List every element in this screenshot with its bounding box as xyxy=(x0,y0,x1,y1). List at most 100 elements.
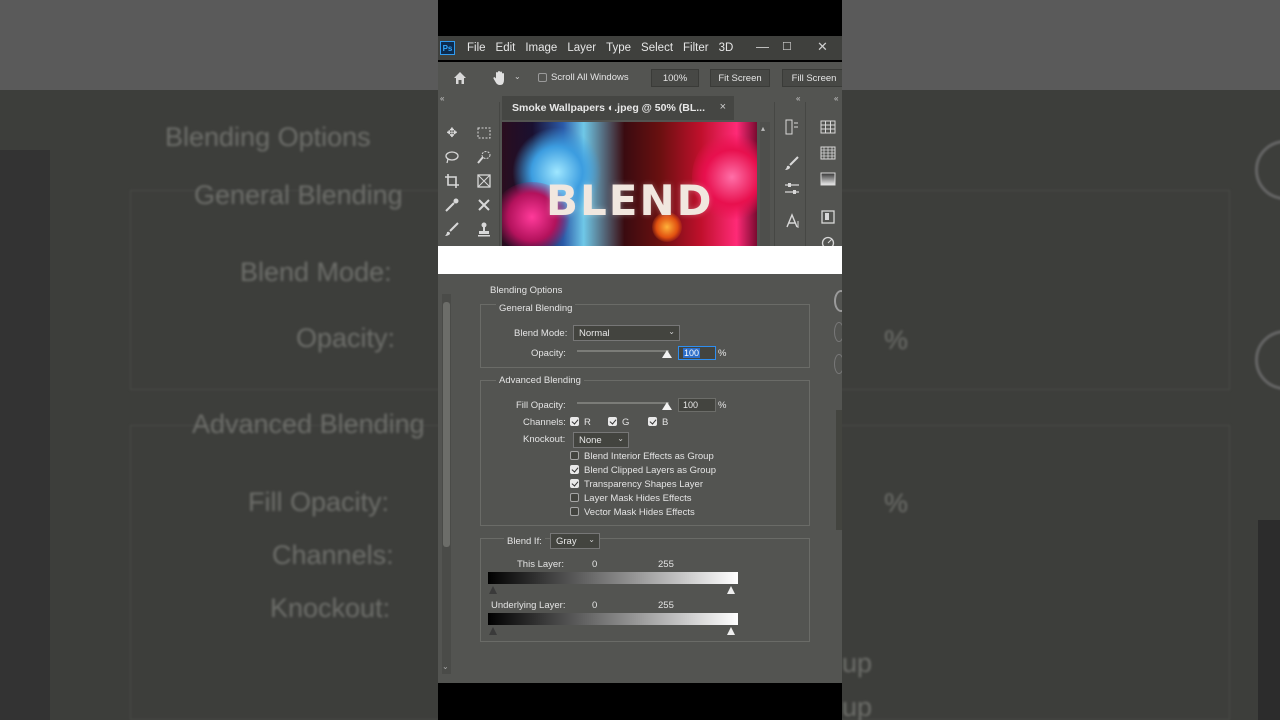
bg-text-blending-options: Blending Options xyxy=(165,122,371,152)
video-stage: { "background": { "blending_options": "B… xyxy=(0,0,1280,720)
knockout-dropdown[interactable]: None ⌄ xyxy=(573,432,629,448)
channel-g-label: G xyxy=(622,417,630,428)
blend-if-dropdown[interactable]: Gray ⌄ xyxy=(550,533,600,549)
fill-opacity-slider-track[interactable] xyxy=(577,402,669,404)
menu-file[interactable]: File xyxy=(467,42,486,54)
blend-interior-effects-label: Blend Interior Effects as Group xyxy=(584,451,714,462)
general-blending-label: General Blending xyxy=(496,303,576,314)
photoshop-logo: Ps xyxy=(440,41,455,55)
crop-tool-icon[interactable] xyxy=(443,172,461,190)
document-tab-title: Smoke Wallpapers ◐.jpeg @ 50% (BL... xyxy=(512,102,705,114)
quick-selection-tool-icon[interactable] xyxy=(475,148,493,166)
panel-divider xyxy=(805,102,806,246)
channel-g-checkbox[interactable] xyxy=(608,417,617,426)
dialog-scrollbar-thumb[interactable] xyxy=(443,302,450,547)
blend-clipped-layers-checkbox[interactable] xyxy=(570,465,579,474)
white-overlay-bar xyxy=(438,246,842,274)
gradients-icon[interactable] xyxy=(819,170,837,188)
transparency-shapes-layer-label: Transparency Shapes Layer xyxy=(584,479,703,490)
opacity-input[interactable]: 100 xyxy=(678,346,716,360)
fill-screen-button[interactable]: Fill Screen xyxy=(782,69,842,87)
scroll-all-windows-checkbox[interactable] xyxy=(538,73,547,82)
bg-text-percent: % xyxy=(884,325,909,355)
transparency-shapes-layer-checkbox[interactable] xyxy=(570,479,579,488)
move-tool-icon[interactable]: ✥ xyxy=(443,124,461,142)
scroll-up-icon[interactable]: ▴ xyxy=(761,124,765,133)
bg-text-up: up xyxy=(842,648,873,678)
marquee-tool-icon[interactable] xyxy=(475,124,493,142)
underlying-layer-black-slider[interactable] xyxy=(489,627,497,635)
lasso-tool-icon[interactable] xyxy=(443,148,461,166)
swatches-grid-icon[interactable] xyxy=(819,118,837,136)
this-layer-white-slider[interactable] xyxy=(727,586,735,594)
layer-style-dialog: ⌄ Blending Options General Blending Blen… xyxy=(438,274,842,683)
menu-3d[interactable]: 3D xyxy=(719,42,734,54)
brush-settings-icon[interactable] xyxy=(783,154,801,172)
menu-image[interactable]: Image xyxy=(525,42,557,54)
fill-opacity-input-value: 100 xyxy=(683,400,699,410)
libraries-icon[interactable] xyxy=(819,208,837,226)
dialog-scrollbar[interactable] xyxy=(442,294,451,674)
menu-filter[interactable]: Filter xyxy=(683,42,709,54)
document-tab-close-icon[interactable]: × xyxy=(720,101,726,113)
channel-r-checkbox[interactable] xyxy=(570,417,579,426)
advanced-blending-label: Advanced Blending xyxy=(496,375,584,386)
eyedropper-tool-icon[interactable] xyxy=(443,196,461,214)
document-canvas[interactable]: BLEND xyxy=(502,122,757,246)
menu-edit[interactable]: Edit xyxy=(496,42,516,54)
fill-opacity-input[interactable]: 100 xyxy=(678,398,716,412)
circle-button-edge[interactable] xyxy=(834,290,842,312)
adjustments-sliders-icon[interactable] xyxy=(783,180,801,198)
channel-b-checkbox[interactable] xyxy=(648,417,657,426)
bg-scroll-column xyxy=(0,150,50,720)
scroll-down-icon[interactable]: ⌄ xyxy=(442,662,449,671)
fill-opacity-percent: % xyxy=(718,400,727,411)
fill-opacity-slider-thumb[interactable] xyxy=(662,402,672,410)
hand-tool-icon[interactable] xyxy=(491,69,509,87)
minimize-button[interactable]: — xyxy=(756,39,769,54)
blend-clipped-layers-label: Blend Clipped Layers as Group xyxy=(584,465,717,476)
maximize-button[interactable]: ☐ xyxy=(782,40,792,53)
opacity-percent: % xyxy=(718,348,727,359)
close-button[interactable]: ✕ xyxy=(817,39,828,55)
opacity-slider-track[interactable] xyxy=(577,350,669,352)
underlying-layer-gradient-bar[interactable] xyxy=(488,613,738,625)
knockout-value: None xyxy=(579,434,602,446)
this-layer-label: This Layer: xyxy=(517,559,564,570)
underlying-layer-white-slider[interactable] xyxy=(727,627,735,635)
blend-mode-label: Blend Mode: xyxy=(514,328,568,339)
zoom-100-button[interactable]: 100% xyxy=(651,69,699,87)
this-layer-max: 255 xyxy=(658,559,674,570)
menu-type[interactable]: Type xyxy=(606,42,631,54)
menu-layer[interactable]: Layer xyxy=(567,42,596,54)
underlying-layer-min: 0 xyxy=(592,600,598,611)
canvas-vertical-scrollbar[interactable]: ▴ xyxy=(760,122,770,246)
layer-mask-hides-effects-checkbox[interactable] xyxy=(570,493,579,502)
fill-opacity-label: Fill Opacity: xyxy=(516,400,566,411)
vector-mask-hides-effects-checkbox[interactable] xyxy=(570,507,579,516)
opacity-label: Opacity: xyxy=(531,348,566,359)
brush-tool-icon[interactable] xyxy=(443,220,461,238)
bg-right-strip xyxy=(1258,520,1280,720)
this-layer-gradient-bar[interactable] xyxy=(488,572,738,584)
healing-brush-tool-icon[interactable] xyxy=(475,196,493,214)
patterns-icon[interactable] xyxy=(819,144,837,162)
menu-select[interactable]: Select xyxy=(641,42,673,54)
video-frame: Ps File Edit Image Layer Type Select Fil… xyxy=(438,0,842,720)
blend-mode-dropdown[interactable]: Normal ⌄ xyxy=(573,325,680,341)
character-icon[interactable] xyxy=(783,212,801,230)
clone-stamp-tool-icon[interactable] xyxy=(475,220,493,238)
opacity-slider-thumb[interactable] xyxy=(662,350,672,358)
history-icon[interactable] xyxy=(783,118,801,136)
document-tab[interactable]: Smoke Wallpapers ◐.jpeg @ 50% (BL... × xyxy=(502,96,734,120)
tool-preset-chevron-icon[interactable]: ⌄ xyxy=(514,72,521,81)
chevron-down-icon: ⌄ xyxy=(617,434,624,443)
bg-text-percent-2: % xyxy=(884,488,909,518)
frame-tool-icon[interactable] xyxy=(475,172,493,190)
bg-text-up-2: up xyxy=(842,692,873,720)
this-layer-black-slider[interactable] xyxy=(489,586,497,594)
home-icon[interactable] xyxy=(452,70,468,86)
this-layer-min: 0 xyxy=(592,559,598,570)
fit-screen-button[interactable]: Fit Screen xyxy=(710,69,770,87)
blend-interior-effects-checkbox[interactable] xyxy=(570,451,579,460)
